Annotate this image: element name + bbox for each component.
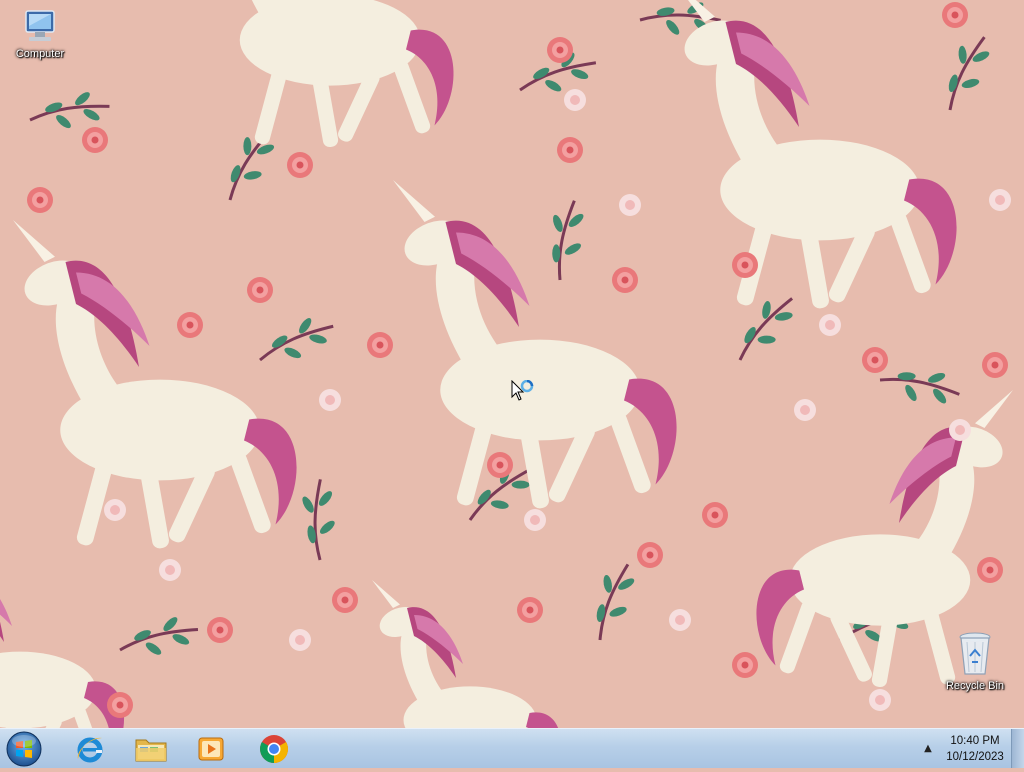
clock-time: 10:40 PM <box>950 735 1000 747</box>
computer-icon <box>25 10 55 41</box>
taskbar-media-player[interactable] <box>183 730 239 768</box>
folder-icon <box>135 739 167 762</box>
desktop-icon-computer[interactable]: Computer <box>2 8 78 60</box>
clock-date: 10/12/2023 <box>946 751 1004 763</box>
wallpaper <box>0 0 1024 728</box>
taskbar-google-chrome[interactable] <box>246 730 302 768</box>
desktop-icon-label: Computer <box>15 48 65 60</box>
show-hidden-icons-button[interactable]: ▲ <box>920 741 936 757</box>
show-desktop-button[interactable] <box>1011 729 1024 768</box>
taskbar-windows-explorer[interactable] <box>123 730 179 768</box>
media-player-icon <box>198 737 224 761</box>
desktop-icon-label: Recycle Bin <box>945 680 1005 692</box>
desktop-icon-recycle-bin[interactable]: Recycle Bin <box>937 630 1013 692</box>
chrome-icon <box>260 735 288 763</box>
start-button[interactable] <box>4 730 44 768</box>
internet-explorer-icon <box>77 737 103 763</box>
desktop[interactable]: Computer Recycle Bin <box>0 0 1024 728</box>
windows-start-orb <box>6 731 42 767</box>
system-clock[interactable]: 10:40 PM 10/12/2023 <box>940 733 1010 765</box>
taskbar: ▲ 10:40 PM 10/12/2023 <box>0 728 1024 768</box>
taskbar-internet-explorer[interactable] <box>62 730 118 768</box>
recycle-bin-icon <box>959 632 991 675</box>
